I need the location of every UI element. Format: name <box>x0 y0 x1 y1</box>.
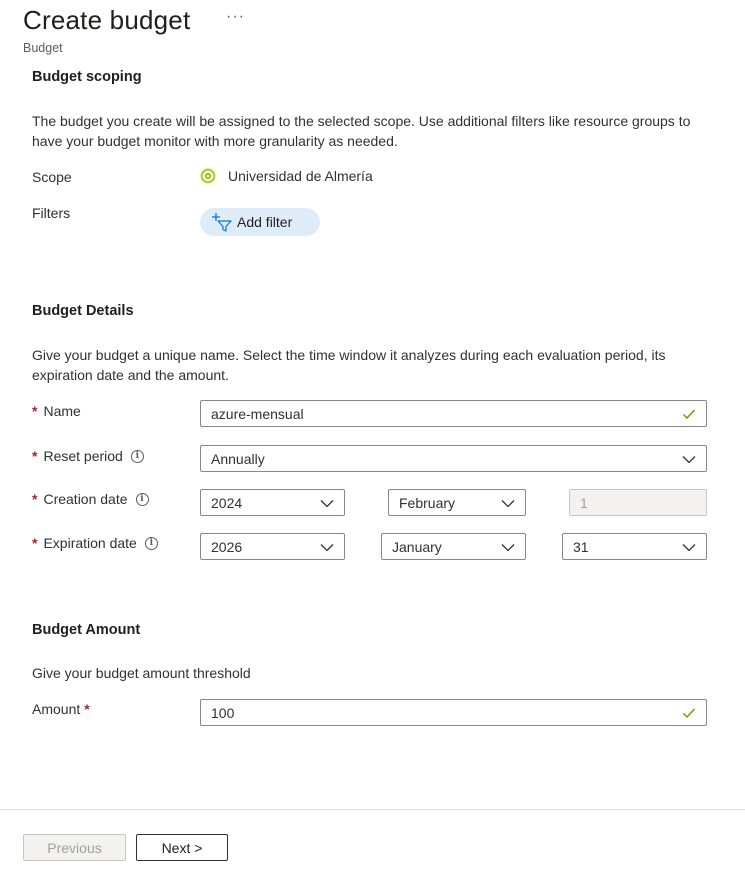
expiration-year-dropdown[interactable]: 2026 <box>200 533 345 560</box>
creation-date-label: * Creation date i <box>32 491 149 507</box>
chevron-down-icon <box>501 543 515 551</box>
creation-day-value: 1 <box>580 494 588 511</box>
required-marker: * <box>32 491 38 507</box>
expiration-date-label-text: Expiration date <box>43 535 137 551</box>
creation-date-label-text: Creation date <box>43 491 128 507</box>
section-title-budget-details: Budget Details <box>32 303 134 319</box>
expiration-month-dropdown[interactable]: January <box>381 533 526 560</box>
add-filter-label: Add filter <box>237 214 293 230</box>
expiration-day-dropdown[interactable]: 31 <box>562 533 707 560</box>
next-button[interactable]: Next > <box>136 834 228 861</box>
budget-scoping-description: The budget you create will be assigned t… <box>32 113 691 149</box>
chevron-down-icon <box>682 455 696 463</box>
amount-label: Amount * <box>32 701 90 717</box>
chevron-down-icon <box>501 499 515 507</box>
expiration-date-label: * Expiration date i <box>32 535 158 551</box>
required-marker: * <box>32 535 38 551</box>
expiration-month-value: January <box>392 538 442 555</box>
page-subtitle: Budget <box>23 41 63 55</box>
scope-label: Scope <box>32 169 72 185</box>
footer-divider <box>0 809 745 810</box>
creation-day-field: 1 <box>569 489 707 516</box>
reset-period-label-text: Reset period <box>43 448 123 464</box>
subscription-key-icon <box>200 168 216 184</box>
reset-period-label: * Reset period i <box>32 448 144 464</box>
name-input-value: azure-mensual <box>211 405 304 422</box>
add-filter-button[interactable]: Add filter <box>200 208 320 236</box>
required-marker: * <box>84 701 90 717</box>
section-title-budget-scoping: Budget scoping <box>32 69 142 85</box>
name-label: * Name <box>32 403 81 419</box>
chevron-down-icon <box>320 543 334 551</box>
reset-period-dropdown[interactable]: Annually <box>200 445 707 472</box>
info-icon[interactable]: i <box>144 536 158 550</box>
creation-month-value: February <box>399 494 456 511</box>
filters-label-text: Filters <box>32 205 71 221</box>
expiration-year-value: 2026 <box>211 538 243 555</box>
previous-button[interactable]: Previous <box>23 834 126 861</box>
filters-label: Filters <box>32 205 70 221</box>
name-label-text: Name <box>43 403 81 419</box>
required-marker: * <box>32 403 38 419</box>
info-icon[interactable]: i <box>130 449 144 463</box>
amount-label-text: Amount <box>32 701 81 717</box>
chevron-down-icon <box>320 499 334 507</box>
scope-value: Universidad de Almería <box>200 168 373 184</box>
required-marker: * <box>32 448 38 464</box>
expiration-day-value: 31 <box>573 538 589 555</box>
page-title: Create budget <box>23 5 191 35</box>
creation-year-dropdown[interactable]: 2024 <box>200 489 345 516</box>
budget-details-description: Give your budget a unique name. Select t… <box>32 347 666 383</box>
creation-year-value: 2024 <box>211 494 243 511</box>
valid-check-icon <box>683 409 696 419</box>
info-icon[interactable]: i <box>135 492 149 506</box>
reset-period-value: Annually <box>211 450 265 467</box>
section-title-budget-amount: Budget Amount <box>32 622 141 638</box>
name-input[interactable]: azure-mensual <box>200 400 707 427</box>
amount-input-value: 100 <box>211 704 235 721</box>
budget-amount-description: Give your budget amount threshold <box>32 665 251 681</box>
add-filter-icon <box>212 213 232 232</box>
scope-value-text: Universidad de Almería <box>228 168 373 184</box>
chevron-down-icon <box>682 543 696 551</box>
valid-check-icon <box>683 708 696 718</box>
more-options-icon[interactable]: ··· <box>226 8 245 26</box>
creation-month-dropdown[interactable]: February <box>388 489 526 516</box>
scope-label-text: Scope <box>32 169 72 185</box>
amount-input[interactable]: 100 <box>200 699 707 726</box>
